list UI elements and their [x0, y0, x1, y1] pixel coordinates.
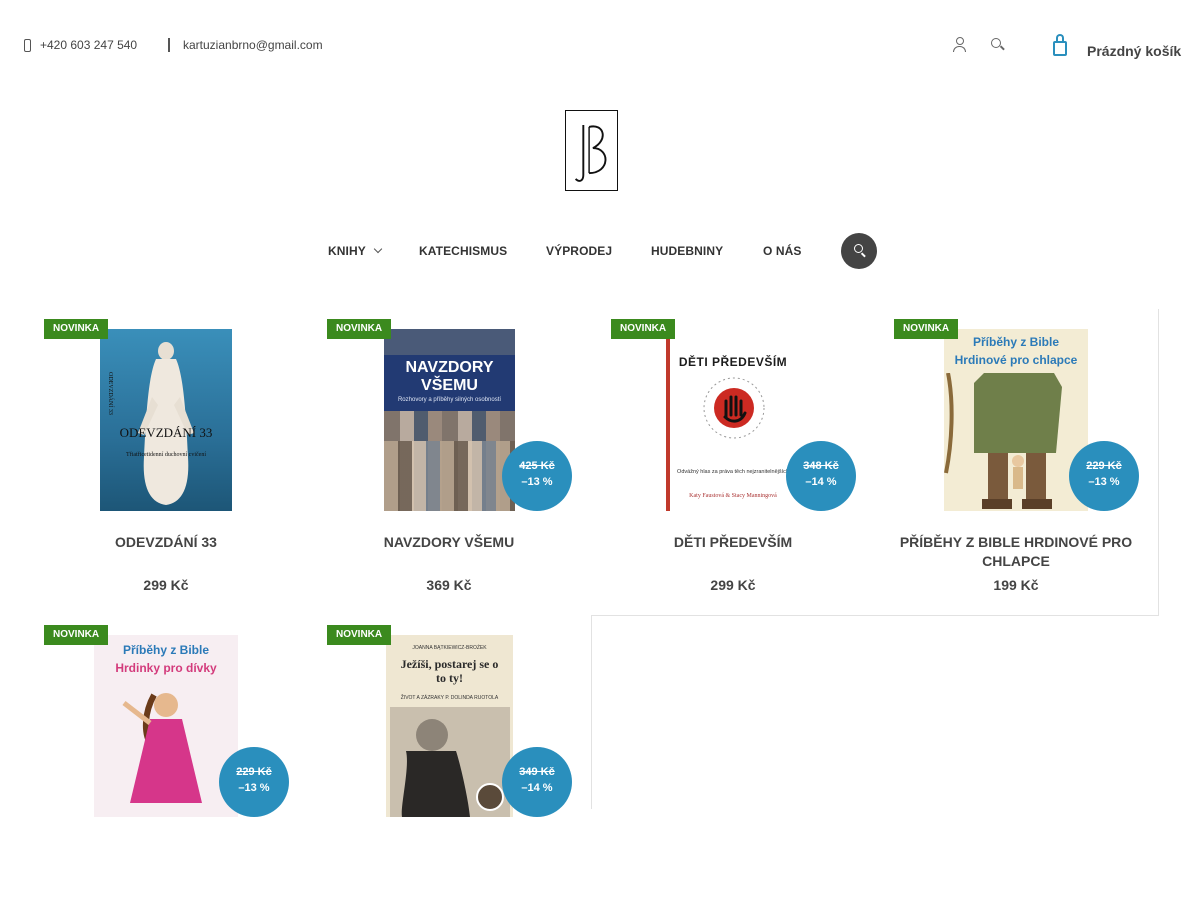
- cover-subtitle: Odvážný hlas za práva těch nejzranitelně…: [677, 469, 789, 475]
- new-badge: NOVINKA: [44, 625, 109, 645]
- product-card[interactable]: DĚTI PŘEDEVŠÍM Odvážný hlas za práva těc…: [591, 309, 875, 615]
- cart-button[interactable]: Prázdný košík: [1040, 28, 1181, 64]
- mail-icon: [168, 38, 174, 52]
- product-price: 199 Kč: [993, 577, 1039, 593]
- nav-item-label: KNIHY: [328, 244, 366, 258]
- product-card[interactable]: Příběhy z Bible Hrdinové pro chlapce NOV…: [874, 309, 1158, 615]
- new-badge: NOVINKA: [894, 319, 959, 339]
- product-cover[interactable]: DĚTI PŘEDEVŠÍM Odvážný hlas za práva těc…: [666, 329, 800, 511]
- old-price: 229 Kč: [1086, 460, 1122, 472]
- nav-item-hudebniny[interactable]: HUDEBNINY: [651, 233, 723, 269]
- grid-line: [1158, 309, 1159, 615]
- girl-illustration: [122, 693, 202, 803]
- cover-subtitle: Hrdinky pro dívky: [115, 661, 217, 675]
- nav-item-o-nas[interactable]: O NÁS: [763, 233, 802, 269]
- top-bar: +420 603 247 540 kartuzianbrno@gmail.com…: [0, 0, 1200, 90]
- product-title[interactable]: PŘÍBĚHY Z BIBLE HRDINOVÉ PRO CHLAPCE: [884, 533, 1148, 571]
- email-address[interactable]: kartuzianbrno@gmail.com: [183, 38, 323, 52]
- cart-icon: [1050, 33, 1072, 59]
- nav-item-katechismus[interactable]: KATECHISMUS: [419, 233, 507, 269]
- hand-emblem: [703, 377, 765, 439]
- cover-author: JOANNA BĄTKIEWICZ-BROŻEK: [412, 645, 487, 651]
- user-icon[interactable]: [953, 37, 967, 53]
- cover-title: DĚTI PŘEDEVŠÍM: [678, 355, 788, 369]
- product-price: 299 Kč: [143, 577, 189, 593]
- nav-item-knihy[interactable]: KNIHY: [328, 233, 383, 269]
- product-cover[interactable]: Příběhy z Bible Hrdinky pro dívky: [94, 635, 238, 817]
- chevron-down-icon: [373, 244, 383, 254]
- site-logo[interactable]: [565, 110, 618, 191]
- old-price: 229 Kč: [236, 766, 272, 778]
- cover-top-photos: [384, 329, 515, 355]
- old-price: 348 Kč: [803, 460, 839, 472]
- phone-icon: [24, 38, 31, 52]
- cover-title: Ježíši, postarej se o to ty!: [400, 657, 499, 685]
- cart-label: Prázdný košík: [1087, 43, 1182, 59]
- cover-subtitle: ŽIVOT A ZÁZRAKY P. DOLINDA RUOTOLA: [400, 695, 499, 701]
- new-badge: NOVINKA: [44, 319, 109, 339]
- product-title[interactable]: NAVZDORY VŠEMU: [317, 533, 581, 552]
- product-cover[interactable]: Příběhy z Bible Hrdinové pro chlapce: [944, 329, 1088, 511]
- new-badge: NOVINKA: [611, 319, 676, 339]
- phone-number[interactable]: +420 603 247 540: [40, 38, 137, 52]
- product-card[interactable]: ODEVZDÁNÍ 33 Třiatřicetidenní duchovní c…: [24, 309, 308, 615]
- new-badge: NOVINKA: [327, 319, 392, 339]
- product-cover[interactable]: NAVZDORY VŠEMU Rozhovory a příběhy silný…: [384, 329, 515, 511]
- cover-spine-text: ODEVZDÁNÍ 33: [107, 372, 113, 415]
- search-icon[interactable]: [990, 37, 1004, 53]
- main-nav: KNIHY KATECHISMUS VÝPRODEJ HUDEBNINY O N…: [0, 233, 1200, 269]
- cover-subtitle: Hrdinové pro chlapce: [954, 353, 1078, 367]
- new-badge: NOVINKA: [327, 625, 392, 645]
- discount-percent: –13 %: [521, 476, 553, 488]
- nav-search-button[interactable]: [841, 233, 877, 269]
- cover-subtitle: Rozhovory a příběhy silných osobností: [397, 397, 502, 403]
- product-price: 299 Kč: [710, 577, 756, 593]
- cover-subtitle: Třiatřicetidenní duchovní cvičení: [126, 452, 206, 458]
- nav-item-label: VÝPRODEJ: [546, 244, 613, 258]
- product-title[interactable]: ODEVZDÁNÍ 33: [34, 533, 298, 552]
- cover-portraits-2: [384, 441, 515, 511]
- discount-percent: –14 %: [521, 782, 553, 794]
- nav-item-label: O NÁS: [763, 244, 802, 258]
- discount-badge: 425 Kč –13 %: [502, 441, 572, 511]
- old-price: 349 Kč: [519, 766, 555, 778]
- cover-title: ODEVZDÁNÍ 33: [119, 425, 213, 440]
- discount-badge: 229 Kč –13 %: [1069, 441, 1139, 511]
- cover-author: Katy Faustová & Stacy Manningová: [689, 493, 777, 499]
- priest-photo: [390, 707, 510, 817]
- logo-mark: [574, 125, 607, 182]
- product-title[interactable]: DĚTI PŘEDEVŠÍM: [601, 533, 865, 552]
- discount-percent: –13 %: [238, 782, 270, 794]
- nav-item-label: KATECHISMUS: [419, 244, 508, 258]
- old-price: 425 Kč: [519, 460, 555, 472]
- product-card[interactable]: JOANNA BĄTKIEWICZ-BROŻEK Ježíši, postare…: [307, 615, 591, 921]
- product-cover[interactable]: JOANNA BĄTKIEWICZ-BROŻEK Ježíši, postare…: [386, 635, 513, 817]
- discount-percent: –13 %: [1088, 476, 1120, 488]
- cover-title: Příběhy z Bible: [122, 643, 210, 657]
- product-card[interactable]: Příběhy z Bible Hrdinky pro dívky NOVINK…: [24, 615, 308, 921]
- cover-title: NAVZDORY VŠEMU: [405, 359, 494, 394]
- discount-badge: 229 Kč –13 %: [219, 747, 289, 817]
- discount-percent: –14 %: [805, 476, 837, 488]
- product-price: 369 Kč: [426, 577, 472, 593]
- goliath-illustration: [944, 373, 1062, 509]
- discount-badge: 348 Kč –14 %: [786, 441, 856, 511]
- product-card[interactable]: NAVZDORY VŠEMU Rozhovory a příběhy silný…: [307, 309, 591, 615]
- product-cover[interactable]: ODEVZDÁNÍ 33 Třiatřicetidenní duchovní c…: [100, 329, 232, 511]
- cover-title: Příběhy z Bible: [972, 335, 1060, 349]
- discount-badge: 349 Kč –14 %: [502, 747, 572, 817]
- phone-contact[interactable]: +420 603 247 540: [24, 38, 137, 52]
- nav-item-vyprodej[interactable]: VÝPRODEJ: [546, 233, 612, 269]
- statue-image: [138, 342, 194, 505]
- email-contact[interactable]: kartuzianbrno@gmail.com: [168, 38, 323, 52]
- nav-item-label: HUDEBNINY: [651, 244, 724, 258]
